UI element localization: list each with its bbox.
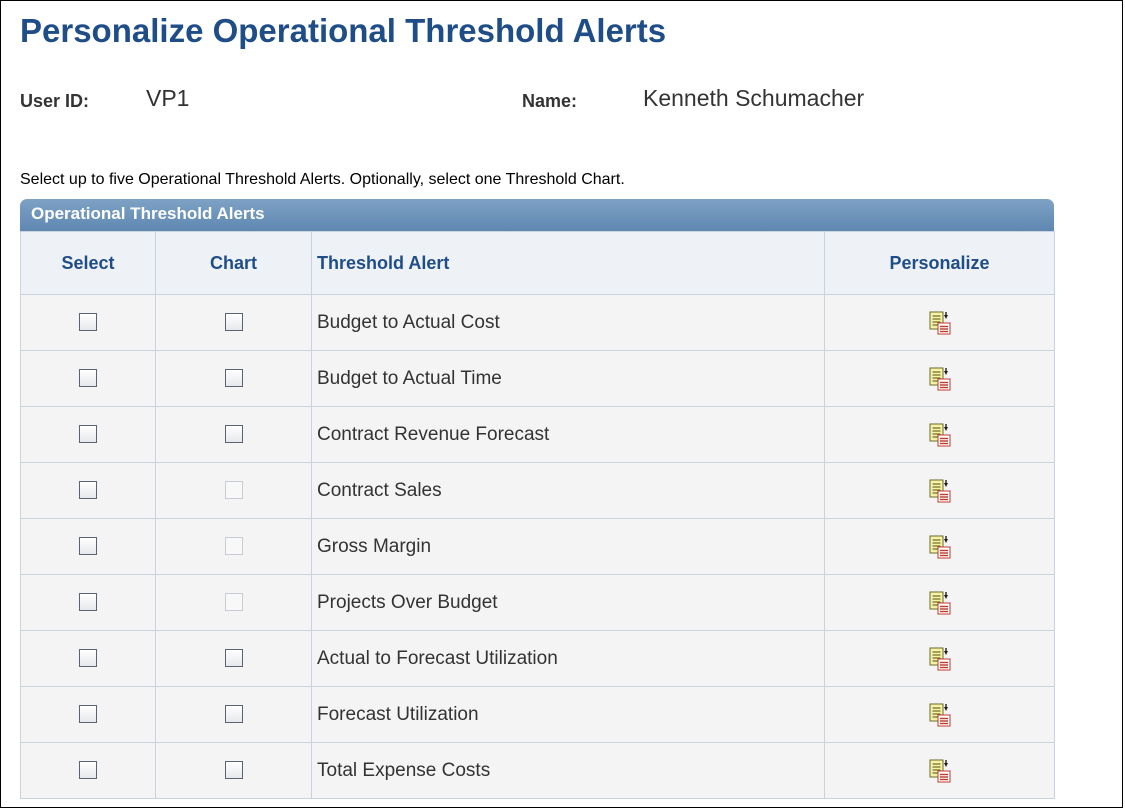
- select-cell: [20, 574, 156, 631]
- chart-cell: [155, 518, 312, 575]
- table-header-row: Select Chart Threshold Alert Personalize: [20, 231, 1055, 295]
- select-checkbox[interactable]: [79, 313, 97, 332]
- personalize-cell: [824, 686, 1055, 743]
- threshold-alert-name: Actual to Forecast Utilization: [311, 630, 825, 687]
- name-label: Name:: [522, 91, 578, 111]
- chart-cell: [155, 686, 312, 743]
- chart-cell: [155, 294, 312, 351]
- chart-checkbox[interactable]: [224, 761, 243, 780]
- threshold-alert-name: Gross Margin: [311, 518, 825, 575]
- instructions-text: Select up to five Operational Threshold …: [20, 171, 625, 188]
- page-title: Personalize Operational Threshold Alerts: [20, 12, 667, 49]
- personalize-cell: [824, 518, 1055, 575]
- alerts-table-body: Budget to Actual Cost Budget to Actual Ti…: [20, 294, 1055, 799]
- chart-cell: [155, 742, 312, 799]
- select-cell: [20, 462, 156, 519]
- chart-cell: [155, 630, 312, 687]
- table-row: Budget to Actual Time: [20, 350, 1055, 407]
- select-cell: [20, 742, 156, 799]
- personalize-cell: [824, 406, 1055, 463]
- table-row: Forecast Utilization: [20, 686, 1055, 743]
- threshold-alerts-grid: Operational Threshold Alerts Select Char…: [20, 199, 1055, 799]
- table-row: Projects Over Budget: [20, 574, 1055, 631]
- table-row: Contract Revenue Forecast: [20, 406, 1055, 463]
- user-id-value: VP1: [146, 85, 190, 111]
- chart-cell: [155, 574, 312, 631]
- alerts-table: Select Chart Threshold Alert Personalize…: [20, 231, 1055, 799]
- select-cell: [20, 686, 156, 743]
- personalize-cell: [824, 574, 1055, 631]
- personalize-cell: [824, 630, 1055, 687]
- threshold-alert-name: Projects Over Budget: [311, 574, 825, 631]
- personalize-cell: [824, 462, 1055, 519]
- select-checkbox[interactable]: [79, 705, 97, 724]
- personalize-icon[interactable]: [929, 647, 951, 671]
- select-checkbox[interactable]: [79, 369, 97, 388]
- chart-checkbox[interactable]: [224, 313, 243, 332]
- threshold-alert-name: Budget to Actual Cost: [311, 294, 825, 351]
- select-cell: [20, 294, 156, 351]
- threshold-alert-name: Contract Sales: [311, 462, 825, 519]
- personalize-icon[interactable]: [929, 311, 951, 335]
- chart-checkbox: [224, 481, 243, 500]
- column-header-personalize[interactable]: Personalize: [824, 231, 1055, 295]
- select-checkbox[interactable]: [79, 425, 97, 444]
- column-header-chart[interactable]: Chart: [155, 231, 312, 295]
- table-row: Total Expense Costs: [20, 742, 1055, 799]
- personalize-icon[interactable]: [929, 423, 951, 447]
- personalize-icon[interactable]: [929, 759, 951, 783]
- column-header-select[interactable]: Select: [20, 231, 156, 295]
- threshold-alert-name: Forecast Utilization: [311, 686, 825, 743]
- select-cell: [20, 350, 156, 407]
- chart-cell: [155, 350, 312, 407]
- select-checkbox[interactable]: [79, 537, 97, 556]
- chart-checkbox: [224, 593, 243, 612]
- chart-checkbox[interactable]: [224, 649, 243, 668]
- select-cell: [20, 406, 156, 463]
- select-checkbox[interactable]: [79, 649, 97, 668]
- table-row: Budget to Actual Cost: [20, 294, 1055, 351]
- name-value: Kenneth Schumacher: [643, 85, 865, 111]
- personalize-icon[interactable]: [929, 703, 951, 727]
- select-cell: [20, 518, 156, 575]
- column-header-threshold-alert[interactable]: Threshold Alert: [311, 231, 825, 295]
- select-checkbox[interactable]: [79, 481, 97, 500]
- select-cell: [20, 630, 156, 687]
- personalize-icon[interactable]: [929, 535, 951, 559]
- select-checkbox[interactable]: [79, 761, 97, 780]
- select-checkbox[interactable]: [79, 593, 97, 612]
- personalize-cell: [824, 742, 1055, 799]
- personalize-icon[interactable]: [929, 367, 951, 391]
- user-id-label: User ID:: [20, 91, 90, 111]
- personalize-cell: [824, 350, 1055, 407]
- chart-checkbox[interactable]: [224, 425, 243, 444]
- personalize-icon[interactable]: [929, 479, 951, 503]
- grid-title: Operational Threshold Alerts: [20, 199, 1054, 231]
- chart-checkbox: [224, 537, 243, 556]
- chart-checkbox[interactable]: [224, 705, 243, 724]
- threshold-alert-name: Total Expense Costs: [311, 742, 825, 799]
- table-row: Actual to Forecast Utilization: [20, 630, 1055, 687]
- personalize-icon[interactable]: [929, 591, 951, 615]
- table-row: Contract Sales: [20, 462, 1055, 519]
- threshold-alert-name: Contract Revenue Forecast: [311, 406, 825, 463]
- chart-checkbox[interactable]: [224, 369, 243, 388]
- personalize-cell: [824, 294, 1055, 351]
- chart-cell: [155, 462, 312, 519]
- table-row: Gross Margin: [20, 518, 1055, 575]
- chart-cell: [155, 406, 312, 463]
- threshold-alert-name: Budget to Actual Time: [311, 350, 825, 407]
